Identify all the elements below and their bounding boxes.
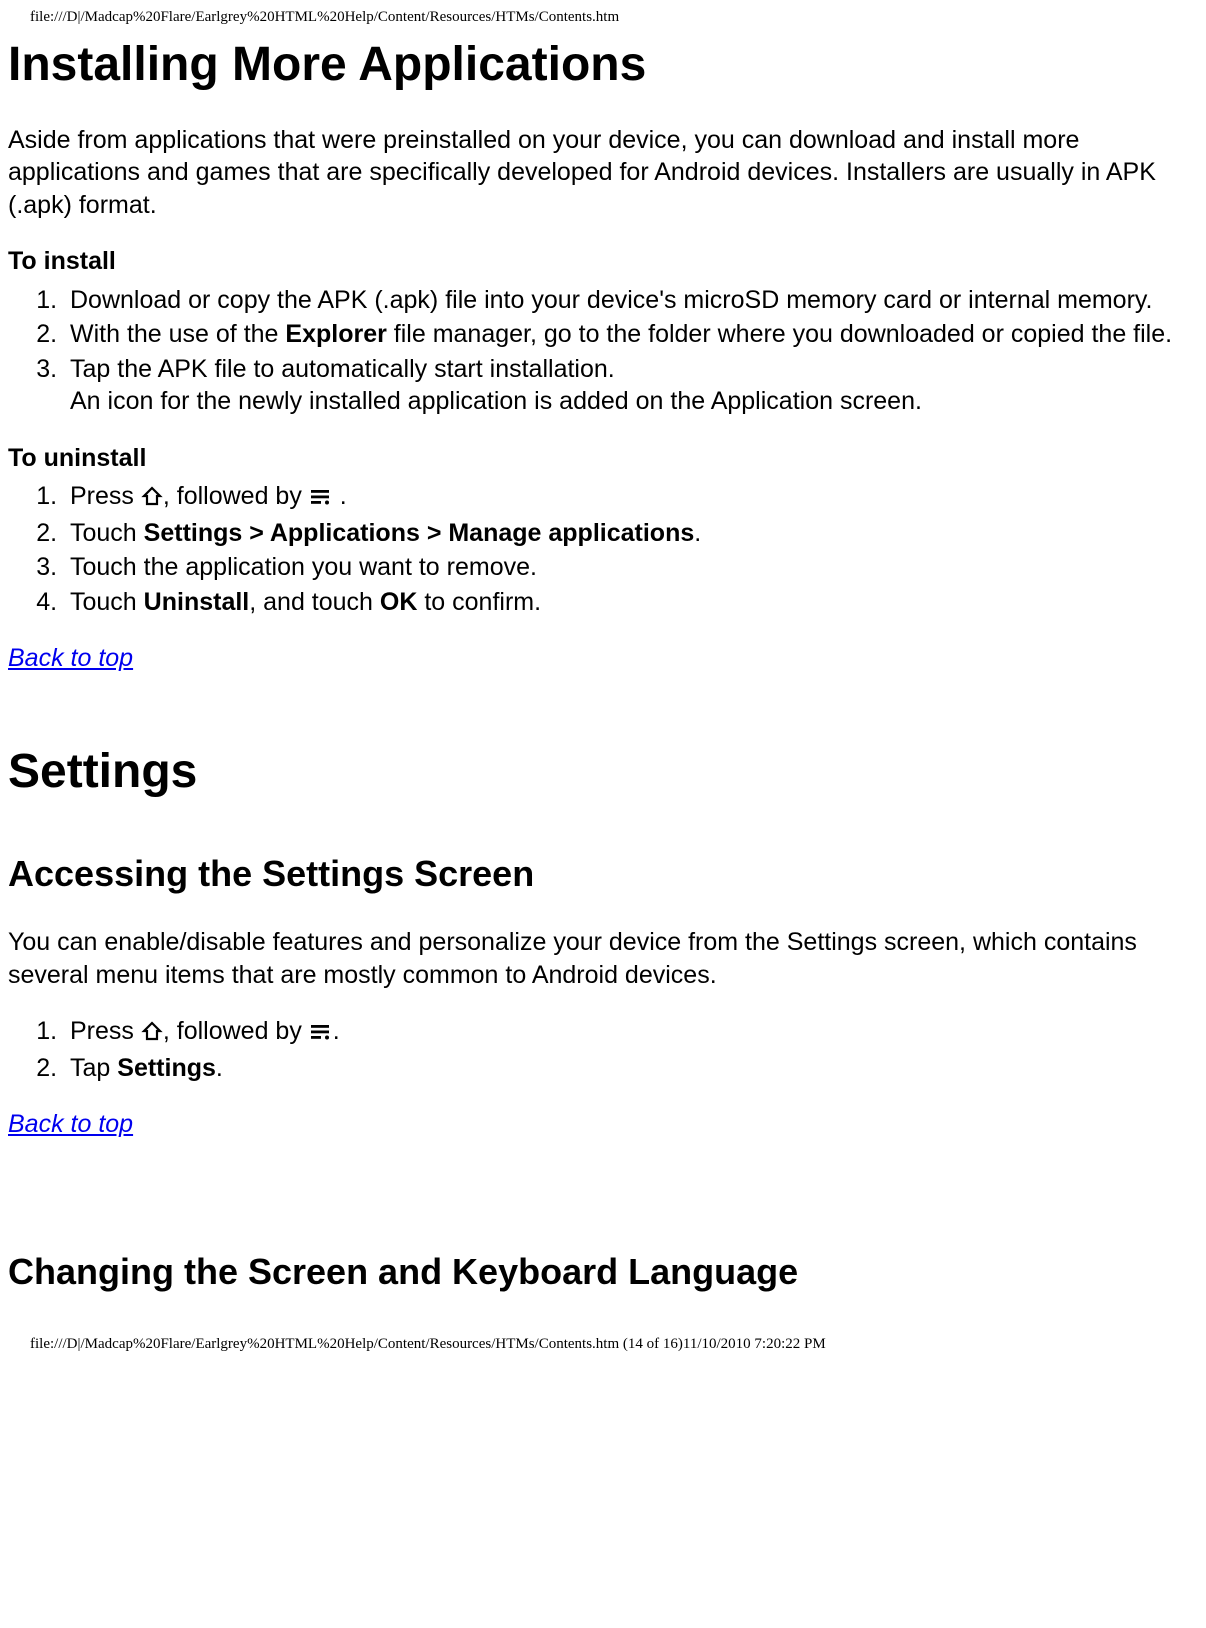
settings-intro-paragraph: You can enable/disable features and pers… bbox=[8, 926, 1198, 991]
back-to-top-link[interactable]: Back to top bbox=[8, 644, 133, 672]
text: Press bbox=[70, 1017, 141, 1045]
text: Touch bbox=[70, 588, 144, 616]
home-icon bbox=[141, 1017, 163, 1050]
install-steps-list: Download or copy the APK (.apk) file int… bbox=[8, 284, 1198, 418]
bold-text: Settings > Applications > Manage applica… bbox=[144, 519, 695, 547]
text: . bbox=[333, 482, 347, 510]
list-item: Press , followed by . bbox=[64, 480, 1198, 515]
list-item: Tap Settings. bbox=[64, 1052, 1198, 1085]
text: file manager, go to the folder where you… bbox=[387, 320, 1172, 348]
bold-text: Explorer bbox=[285, 320, 386, 348]
uninstall-steps-list: Press , followed by . Touch Settings > A… bbox=[8, 480, 1198, 618]
to-uninstall-heading: To uninstall bbox=[8, 442, 1198, 475]
footer-file-path: file:///D|/Madcap%20Flare/Earlgrey%20HTM… bbox=[30, 1335, 1198, 1355]
text: Touch bbox=[70, 519, 144, 547]
text: . bbox=[333, 1017, 340, 1045]
text: . bbox=[216, 1054, 223, 1082]
home-icon bbox=[141, 482, 163, 515]
list-item: Touch Settings > Applications > Manage a… bbox=[64, 517, 1198, 550]
section-heading-changing: Changing the Screen and Keyboard Languag… bbox=[8, 1249, 1198, 1296]
list-item: Download or copy the APK (.apk) file int… bbox=[64, 284, 1198, 317]
section-heading-accessing: Accessing the Settings Screen bbox=[8, 851, 1198, 898]
header-file-path: file:///D|/Madcap%20Flare/Earlgrey%20HTM… bbox=[30, 8, 1198, 28]
to-install-heading: To install bbox=[8, 245, 1198, 278]
back-to-top-link[interactable]: Back to top bbox=[8, 1110, 133, 1138]
list-item: Press , followed by . bbox=[64, 1015, 1198, 1050]
list-item: Tap the APK file to automatically start … bbox=[64, 353, 1198, 418]
list-item: With the use of the Explorer file manage… bbox=[64, 318, 1198, 351]
menu-icon bbox=[309, 482, 333, 515]
settings-steps-list: Press , followed by . Tap Settings. bbox=[8, 1015, 1198, 1084]
intro-paragraph: Aside from applications that were preins… bbox=[8, 124, 1198, 222]
text: . bbox=[694, 519, 701, 547]
text: With the use of the bbox=[70, 320, 285, 348]
list-item: Touch Uninstall, and touch OK to confirm… bbox=[64, 586, 1198, 619]
menu-icon bbox=[309, 1017, 333, 1050]
list-item: Touch the application you want to remove… bbox=[64, 551, 1198, 584]
bold-text: Settings bbox=[117, 1054, 216, 1082]
text: , followed by bbox=[163, 482, 309, 510]
page-title-installing: Installing More Applications bbox=[8, 34, 1198, 96]
text: , and touch bbox=[249, 588, 380, 616]
page-title-settings: Settings bbox=[8, 741, 1198, 803]
bold-text: Uninstall bbox=[144, 588, 250, 616]
text: Tap bbox=[70, 1054, 117, 1082]
bold-text: OK bbox=[380, 588, 418, 616]
text: Tap the APK file to automatically start … bbox=[70, 355, 615, 383]
text: to confirm. bbox=[417, 588, 541, 616]
text: , followed by bbox=[163, 1017, 309, 1045]
text: An icon for the newly installed applicat… bbox=[70, 387, 922, 415]
text: Press bbox=[70, 482, 141, 510]
